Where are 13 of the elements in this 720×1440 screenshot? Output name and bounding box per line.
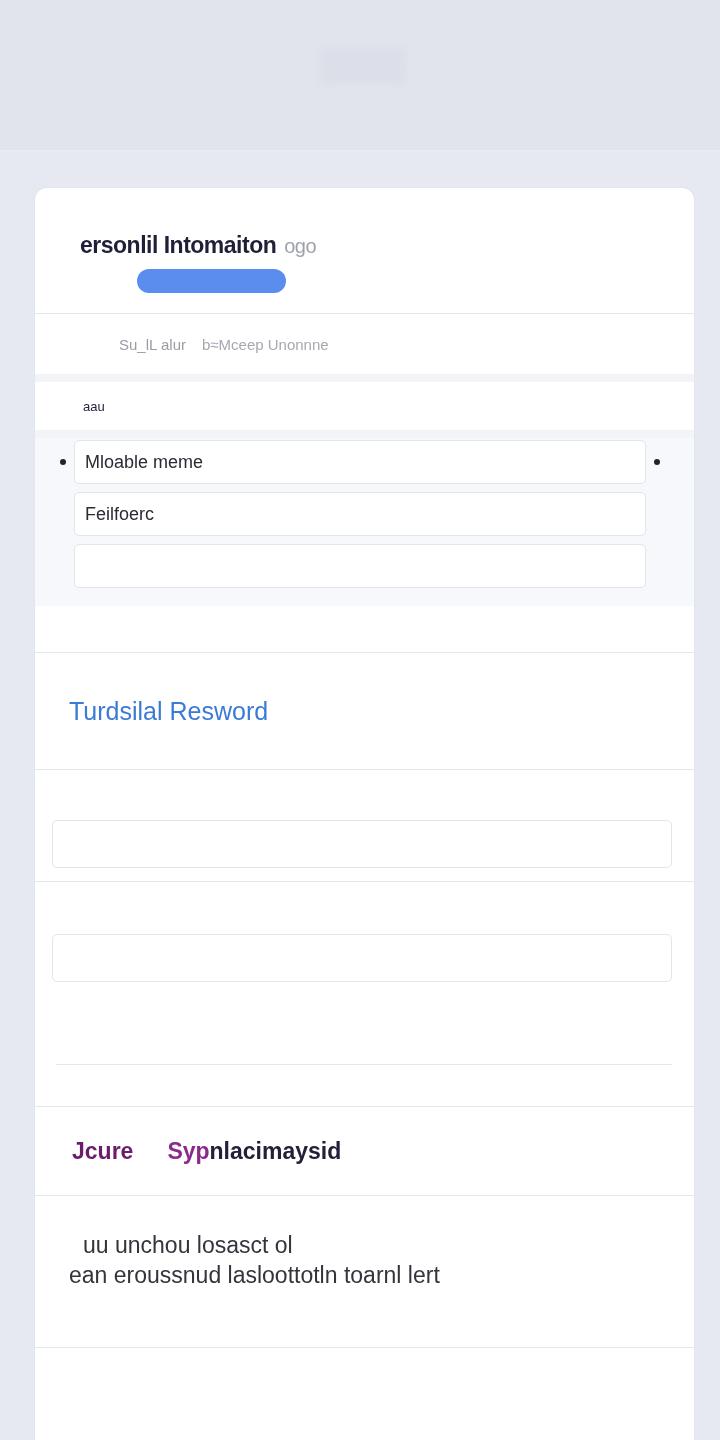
input-field[interactable] — [52, 820, 672, 868]
field-label: aau — [83, 398, 105, 414]
section-title: ersonlil Intomaiton ogo — [80, 232, 318, 259]
bullet-icon — [654, 459, 660, 465]
label: Sypnlacimaysid — [167, 1137, 342, 1165]
input-field[interactable]: Feilfoerc — [74, 492, 646, 536]
faded-text: ogo — [284, 235, 317, 257]
section-title: Turdsilal Resword — [69, 696, 269, 726]
note-text: uu unchou losasct ol ean eroussnud lasloottotln toarnl lert — [35, 1196, 694, 1348]
input-field[interactable] — [74, 544, 646, 588]
label: Jcure — [72, 1137, 134, 1165]
input-field[interactable] — [52, 934, 672, 982]
input-field[interactable]: Mloable meme — [74, 440, 646, 484]
